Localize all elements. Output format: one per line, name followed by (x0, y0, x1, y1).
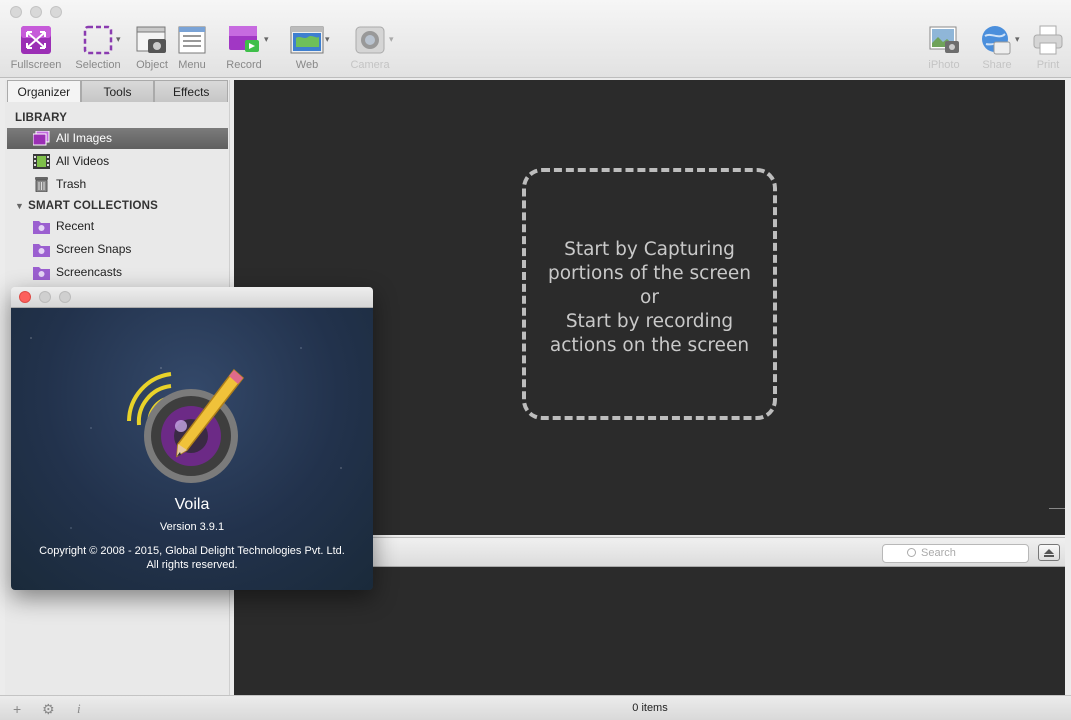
dropzone-line: Start by recording (565, 311, 734, 332)
web-label: Web (295, 59, 319, 71)
dropzone-line: portions of the screen (547, 263, 752, 284)
sidebar-item-screen-snaps[interactable]: Screen Snaps (7, 239, 228, 260)
share-chevron-down-icon[interactable]: ▾ (1015, 34, 1020, 45)
record-button[interactable]: Record (216, 24, 272, 74)
sidebar-item-label: Trash (56, 177, 87, 191)
iphoto-icon (927, 24, 961, 56)
window-minimize-button[interactable] (30, 6, 42, 18)
camera-chevron-down-icon[interactable]: ▾ (389, 34, 394, 45)
search-input[interactable]: Search (882, 544, 1029, 563)
tab-effects[interactable]: Effects (154, 80, 229, 102)
fullscreen-icon (19, 24, 53, 56)
about-titlebar[interactable] (11, 287, 373, 308)
app-version: Version 3.9.1 (159, 521, 225, 533)
camera-icon (353, 24, 387, 56)
sidebar-item-label: Recent (56, 219, 95, 233)
smart-folder-icon (33, 219, 50, 234)
about-minimize-button (39, 291, 51, 303)
toggle-view-button[interactable] (1038, 544, 1060, 561)
smart-folder-icon (33, 265, 50, 280)
smart-collections-label: SMART COLLECTIONS (28, 200, 159, 212)
dropzone-message: Start by Capturing portions of the scree… (526, 238, 773, 358)
film-icon (33, 154, 50, 169)
web-chevron-down-icon[interactable]: ▾ (325, 34, 330, 45)
record-chevron-down-icon[interactable]: ▾ (264, 34, 269, 45)
sidebar-item-label: All Videos (56, 154, 110, 168)
selection-chevron-down-icon[interactable]: ▾ (116, 34, 121, 45)
disclosure-triangle-icon[interactable]: ▼ (15, 201, 24, 211)
about-content: Voila Version 3.9.1 Copyright © 2008 - 2… (11, 308, 373, 590)
images-icon (32, 130, 50, 146)
tab-tools[interactable]: Tools (80, 80, 155, 102)
printer-icon (1031, 24, 1065, 56)
window-zoom-button[interactable] (50, 6, 62, 18)
copyright-line: Copyright © 2008 - 2015, Global Delight … (39, 545, 345, 557)
search-placeholder: Search (921, 547, 956, 559)
sidebar-item-screencasts[interactable]: Screencasts (7, 262, 228, 283)
iphoto-button[interactable]: iPhoto (916, 24, 972, 74)
eject-icon (1044, 549, 1054, 557)
dropzone-line: or (640, 287, 659, 308)
smart-collections-heading: ▼ SMART COLLECTIONS (15, 200, 158, 212)
menu-button[interactable]: Menu (164, 24, 220, 74)
fullscreen-button[interactable]: Fullscreen (8, 24, 64, 74)
selection-label: Selection (75, 59, 121, 71)
web-icon (290, 24, 324, 56)
share-label: Share (982, 59, 1012, 71)
share-button[interactable]: Share (969, 24, 1025, 74)
sidebar-item-all-videos[interactable]: All Videos (7, 151, 228, 172)
selection-icon (81, 24, 115, 56)
voila-app-logo-icon (127, 368, 245, 483)
fullscreen-label: Fullscreen (10, 59, 62, 71)
sidebar-item-trash[interactable]: Trash (7, 174, 228, 195)
smart-folder-icon (33, 242, 50, 257)
sidebar-item-label: Screencasts (56, 265, 123, 279)
splitter-handle[interactable] (1049, 508, 1065, 509)
items-count: 0 items (632, 702, 668, 714)
tab-organizer[interactable]: Organizer (7, 80, 81, 102)
iphoto-label: iPhoto (928, 59, 960, 71)
camera-button[interactable]: Camera (342, 24, 398, 74)
print-label: Print (1036, 59, 1060, 71)
about-zoom-button (59, 291, 71, 303)
dropzone-line: Start by Capturing (564, 239, 735, 260)
about-window: Voila Version 3.9.1 Copyright © 2008 - 2… (11, 287, 373, 590)
status-bar: + ⚙ i 0 items (0, 695, 1071, 720)
trash-icon (33, 177, 50, 193)
capture-dropzone[interactable]: Start by Capturing portions of the scree… (522, 168, 777, 420)
copyright-line: All rights reserved. (146, 559, 238, 571)
main-toolbar: Fullscreen Selection ▾ Object Menu Recor… (0, 0, 1071, 78)
window-close-button[interactable] (10, 6, 22, 18)
about-close-button[interactable] (19, 291, 31, 303)
camera-label: Camera (350, 59, 390, 71)
menu-label: Menu (178, 59, 206, 71)
app-name: Voila (174, 496, 210, 513)
sidebar-tabs: Organizer Tools Effects (7, 80, 229, 102)
sidebar-item-recent[interactable]: Recent (7, 216, 228, 237)
menu-icon (175, 24, 209, 56)
selection-button[interactable]: Selection (70, 24, 126, 74)
library-heading: LIBRARY (15, 112, 68, 124)
web-button[interactable]: Web (279, 24, 335, 74)
print-button[interactable]: Print (1020, 24, 1071, 74)
record-label: Record (226, 59, 262, 71)
search-icon (907, 548, 916, 557)
share-icon (980, 24, 1014, 56)
record-icon (227, 24, 261, 56)
sidebar-item-label: All Images (56, 131, 113, 145)
sidebar-item-label: Screen Snaps (56, 242, 132, 256)
copyright-text: Copyright © 2008 - 2015, Global Delight … (11, 544, 373, 572)
dropzone-line: actions on the screen (549, 335, 750, 356)
sidebar-item-all-images[interactable]: All Images (7, 128, 228, 149)
